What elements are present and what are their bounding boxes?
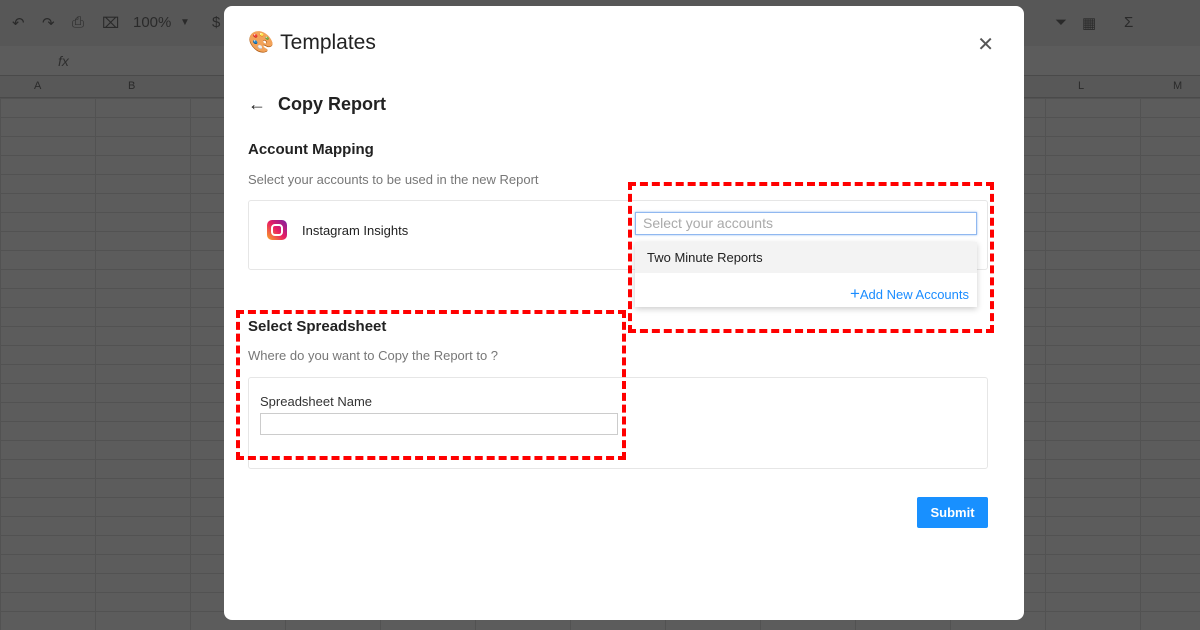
spreadsheet-name-input[interactable] — [260, 413, 618, 435]
spreadsheet-name-label: Spreadsheet Name — [260, 394, 373, 409]
functions-table-icon[interactable]: ▦ — [1082, 14, 1096, 32]
column-header[interactable]: L — [1078, 80, 1084, 92]
account-mapping-subtitle: Select your accounts to be used in the n… — [248, 172, 539, 187]
add-new-accounts-label: Add New Accounts — [859, 287, 969, 302]
account-mapping-heading: Account Mapping — [248, 141, 374, 158]
palette-icon: 🎨 — [248, 31, 275, 54]
dropdown-option[interactable]: Two Minute Reports — [635, 242, 977, 273]
add-new-accounts-link[interactable]: +Add New Accounts — [850, 284, 969, 304]
select-spreadsheet-subtitle: Where do you want to Copy the Report to … — [248, 348, 499, 363]
zoom-select[interactable]: 100% — [133, 14, 171, 31]
select-spreadsheet-heading: Select Spreadsheet — [248, 318, 387, 335]
page-title: Copy Report — [278, 94, 386, 114]
currency-button[interactable]: $ — [212, 14, 220, 31]
redo-icon[interactable]: ↷ — [42, 14, 55, 32]
plus-icon: + — [849, 284, 860, 303]
source-name: Instagram Insights — [302, 223, 409, 238]
column-header[interactable]: M — [1173, 80, 1182, 92]
column-header[interactable]: B — [128, 80, 135, 92]
spreadsheet-card: Spreadsheet Name — [248, 377, 988, 469]
filter-icon[interactable]: ⏷ — [1055, 14, 1067, 31]
submit-button[interactable]: Submit — [917, 497, 988, 528]
undo-icon[interactable]: ↶ — [12, 14, 25, 32]
close-icon[interactable]: ✕ — [977, 32, 994, 57]
account-select-input[interactable]: Select your accounts — [635, 212, 977, 235]
modal-title-text: Templates — [280, 31, 376, 54]
sum-icon[interactable]: Σ — [1124, 14, 1133, 31]
column-header[interactable]: A — [34, 80, 41, 92]
paint-format-icon[interactable]: ⌧ — [102, 14, 119, 32]
fx-label: fx — [58, 53, 69, 69]
instagram-icon — [267, 220, 287, 240]
chevron-down-icon: ▼ — [180, 17, 190, 28]
modal-title: 🎨 Templates — [248, 31, 376, 55]
print-icon[interactable]: ⎙ — [72, 14, 84, 31]
back-arrow-icon[interactable]: ← — [248, 94, 266, 115]
account-dropdown: Two Minute Reports +Add New Accounts — [635, 242, 977, 307]
templates-modal: 🎨 Templates ✕ ← Copy Report Account Mappi… — [224, 6, 1024, 620]
